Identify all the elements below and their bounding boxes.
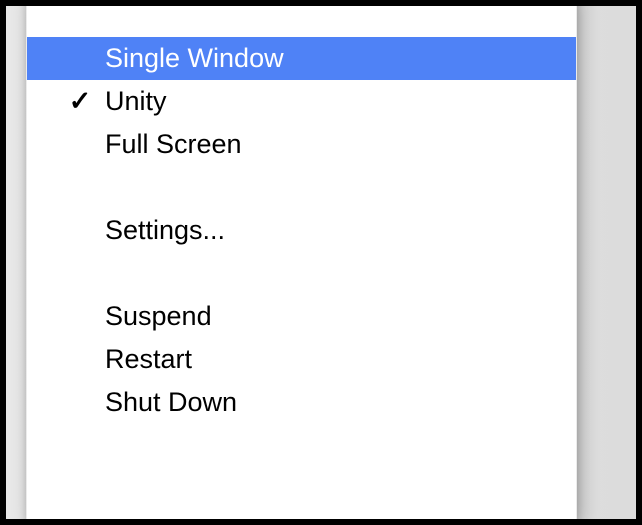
menu-item-label: Full Screen	[63, 129, 242, 160]
menu-item-full-screen[interactable]: Full Screen	[27, 123, 576, 166]
menu-separator	[27, 252, 576, 295]
menu-separator	[27, 166, 576, 209]
menu-item-restart[interactable]: Restart	[27, 338, 576, 381]
menu-item-label: Settings...	[63, 215, 225, 246]
menu-item-label: Single Window	[63, 43, 284, 74]
menu-item-shut-down[interactable]: Shut Down	[27, 381, 576, 424]
menu-item-label: Shut Down	[63, 387, 237, 418]
menu-item-suspend[interactable]: Suspend	[27, 295, 576, 338]
menu-item-settings[interactable]: Settings...	[27, 209, 576, 252]
menu-item-single-window[interactable]: Single Window	[27, 37, 576, 80]
checkmark-icon: ✓	[65, 86, 95, 117]
menu-item-label: Suspend	[63, 301, 212, 332]
window-frame: Single Window ✓ Unity Full Screen Settin…	[6, 6, 636, 519]
menu-item-unity[interactable]: ✓ Unity	[27, 80, 576, 123]
menu-item-label: Restart	[63, 344, 192, 375]
context-menu: Single Window ✓ Unity Full Screen Settin…	[26, 6, 577, 519]
